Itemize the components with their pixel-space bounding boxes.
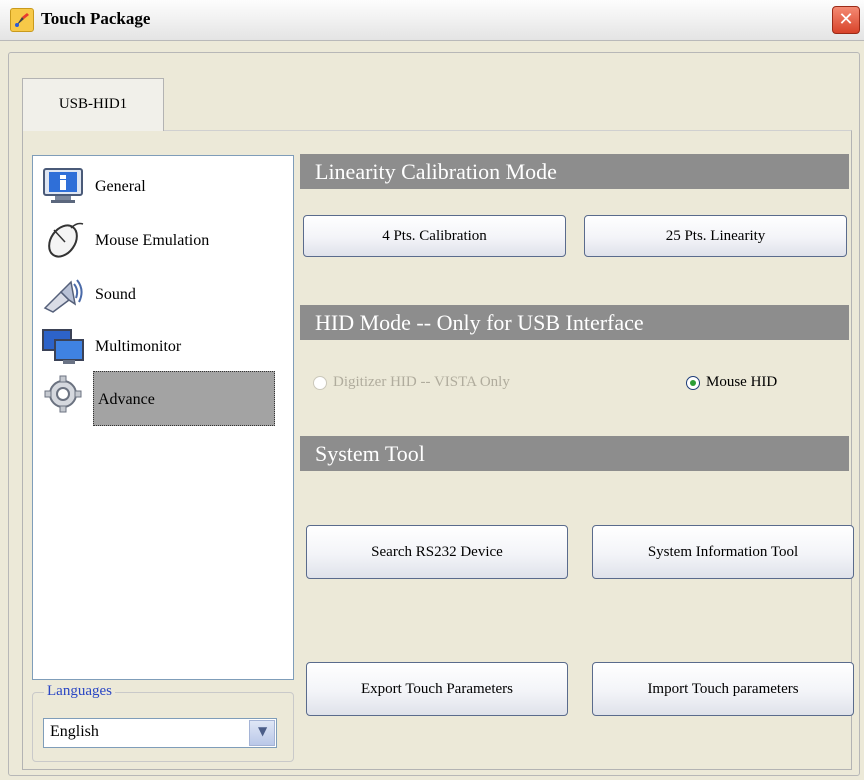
twenty-five-point-linearity-button[interactable]: 25 Pts. Linearity bbox=[584, 215, 847, 257]
sidebar-item-label: Advance bbox=[93, 371, 275, 426]
export-touch-parameters-button[interactable]: Export Touch Parameters bbox=[306, 662, 568, 716]
title-bar[interactable]: Touch Package ✕ bbox=[0, 0, 864, 41]
language-select[interactable]: English ▼ bbox=[43, 718, 277, 748]
tab-usb-hid1[interactable]: USB-HID1 bbox=[22, 78, 164, 131]
digitizer-hid-radio[interactable]: Digitizer HID -- VISTA Only bbox=[313, 374, 510, 391]
close-button[interactable]: ✕ bbox=[832, 6, 860, 34]
digitizer-hid-label: Digitizer HID -- VISTA Only bbox=[333, 374, 510, 390]
sidebar-item-general[interactable]: General bbox=[41, 164, 281, 210]
window-title: Touch Package bbox=[41, 9, 151, 28]
sidebar-item-sound[interactable]: Sound bbox=[41, 272, 281, 318]
mouse-hid-label: Mouse HID bbox=[706, 374, 778, 390]
linearity-calibration-header: Linearity Calibration Mode bbox=[300, 154, 849, 189]
category-list[interactable]: General Mouse Emulation Sound Multimonit… bbox=[32, 155, 294, 680]
chevron-down-icon: ▼ bbox=[258, 724, 268, 738]
system-tool-header: System Tool bbox=[300, 436, 849, 471]
mouse-hid-radio[interactable]: Mouse HID bbox=[686, 374, 777, 391]
language-select-value: English bbox=[50, 723, 99, 740]
languages-legend: Languages bbox=[44, 683, 115, 700]
sidebar-item-label: General bbox=[95, 178, 146, 195]
sidebar-item-label: Sound bbox=[95, 286, 136, 303]
sidebar-item-mouse-emulation[interactable]: Mouse Emulation bbox=[41, 218, 281, 264]
sidebar-item-advance[interactable]: Advance bbox=[41, 371, 281, 426]
sidebar-item-label: Multimonitor bbox=[95, 338, 182, 355]
dropdown-button[interactable]: ▼ bbox=[249, 720, 275, 746]
sidebar-item-multimonitor[interactable]: Multimonitor bbox=[41, 324, 281, 370]
search-rs232-device-button[interactable]: Search RS232 Device bbox=[306, 525, 568, 579]
radio-unchecked-icon bbox=[313, 375, 327, 390]
speaker-icon bbox=[41, 274, 85, 314]
radio-checked-icon bbox=[686, 375, 700, 390]
four-point-calibration-button[interactable]: 4 Pts. Calibration bbox=[303, 215, 566, 257]
info-icon bbox=[41, 166, 85, 206]
import-touch-parameters-button[interactable]: Import Touch parameters bbox=[592, 662, 854, 716]
app-icon bbox=[10, 8, 34, 32]
mouse-icon bbox=[41, 220, 85, 260]
hid-mode-header: HID Mode -- Only for USB Interface bbox=[300, 305, 849, 340]
gear-icon bbox=[41, 374, 85, 414]
touch-package-window: Touch Package ✕ USB-HID1 General Mouse E… bbox=[0, 0, 864, 780]
system-information-tool-button[interactable]: System Information Tool bbox=[592, 525, 854, 579]
monitors-icon bbox=[41, 326, 85, 366]
sidebar-item-label: Mouse Emulation bbox=[95, 232, 210, 249]
